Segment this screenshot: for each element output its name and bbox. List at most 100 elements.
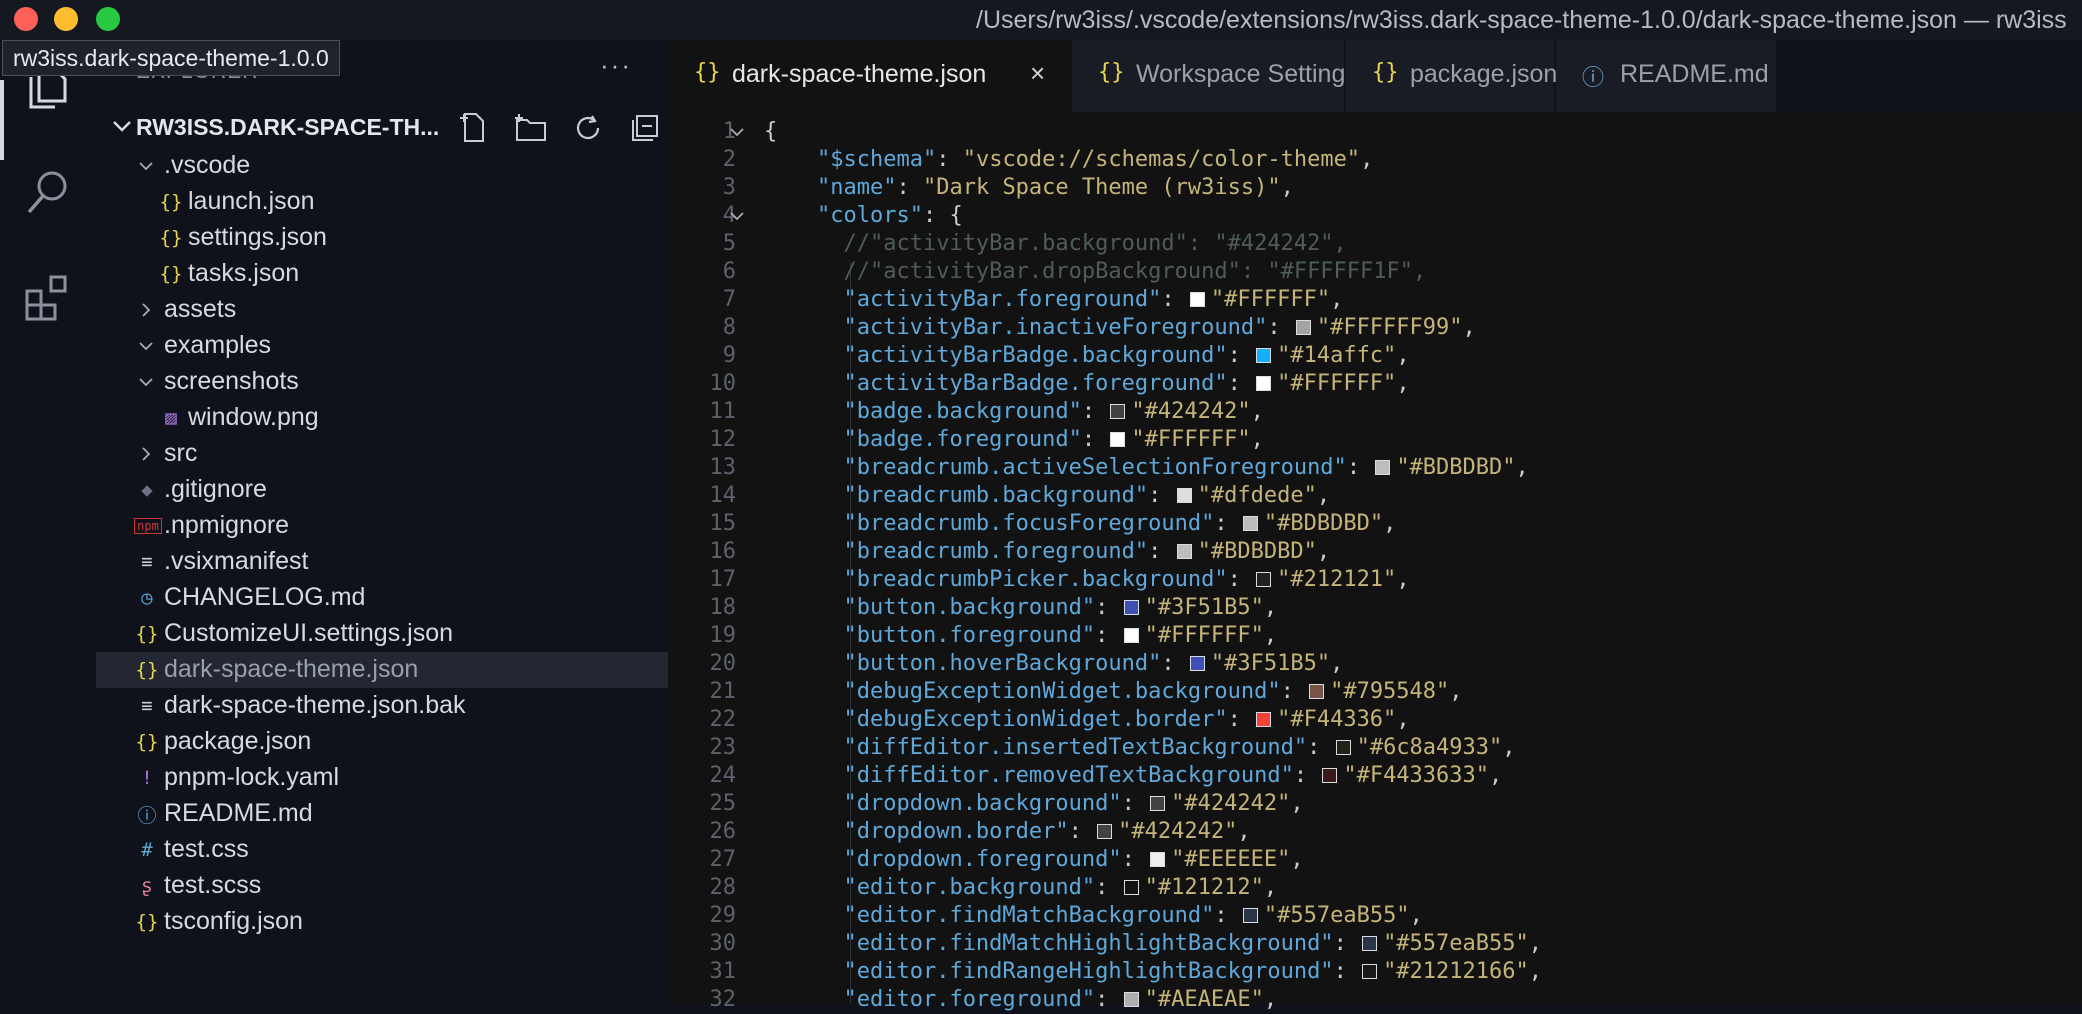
tree-file[interactable]: ≡ dark-space-theme.json.bak [96, 688, 668, 724]
color-swatch[interactable] [1123, 880, 1139, 895]
tree-file[interactable]: ◆ .gitignore [96, 472, 668, 508]
new-folder-icon[interactable] [513, 110, 549, 146]
color-swatch[interactable] [1242, 516, 1258, 531]
code-line: 20 "button.hoverBackground": "#3F51B5", [668, 650, 2082, 678]
tree-folder[interactable]: screenshots [96, 364, 668, 400]
color-swatch[interactable] [1362, 936, 1378, 951]
minimize-window-button[interactable] [54, 7, 78, 31]
refresh-icon[interactable] [570, 110, 606, 146]
line-number: 16 [709, 539, 737, 564]
close-tab-button[interactable]: × [1030, 58, 1045, 89]
code-line: 29 "editor.findMatchBackground": "#557ea… [668, 902, 2082, 930]
line-text: "debugExceptionWidget.background": "#795… [843, 679, 1463, 704]
tab-package-json[interactable]: {} package.json [1346, 40, 1557, 112]
tree-file[interactable]: ʂ test.scss [96, 868, 668, 904]
line-text: "colors": { [816, 203, 963, 228]
color-swatch[interactable] [1322, 768, 1338, 783]
line-number: 31 [709, 959, 737, 984]
chevron-down-icon[interactable] [726, 206, 748, 226]
tree-folder[interactable]: assets [96, 292, 668, 328]
tree-file[interactable]: ⓘ README.md [96, 796, 668, 832]
line-number: 28 [709, 875, 737, 900]
tree-file[interactable]: {} package.json [96, 724, 668, 760]
collapse-all-icon[interactable] [627, 110, 663, 146]
json-icon: {} [1372, 60, 1399, 85]
color-swatch[interactable] [1295, 320, 1311, 335]
color-swatch[interactable] [1242, 908, 1258, 923]
color-swatch[interactable] [1335, 740, 1351, 755]
workspace-root[interactable]: RW3ISS.DARK-SPACE-TH... [96, 108, 668, 148]
chevron-down-icon [139, 342, 153, 351]
line-text: "badge.foreground": "#FFFFFF", [843, 427, 1264, 452]
tree-file[interactable]: npm .npmignore [96, 508, 668, 544]
chevron-right-icon [142, 447, 151, 461]
tree-file[interactable]: ! pnpm-lock.yaml [96, 760, 668, 796]
color-swatch[interactable] [1123, 600, 1139, 615]
tree-file[interactable]: # test.css [96, 832, 668, 868]
tree-item-label: assets [164, 295, 237, 323]
tree-item-label: .npmignore [164, 511, 290, 539]
tab-workspace-settings[interactable]: {} Workspace Settings [1072, 40, 1358, 112]
code-line: 14 "breadcrumb.background": "#dfdede", [668, 482, 2082, 510]
json-icon: {} [135, 659, 159, 681]
tree-item-label: README.md [164, 799, 313, 827]
line-text: "debugExceptionWidget.border": "#F44336"… [843, 707, 1410, 732]
color-swatch[interactable] [1123, 992, 1139, 1007]
window-title: /Users/rw3iss/.vscode/extensions/rw3iss.… [976, 6, 2067, 34]
tree-file[interactable]: {} dark-space-theme.json [96, 652, 668, 688]
color-swatch[interactable] [1110, 432, 1126, 447]
color-swatch[interactable] [1150, 796, 1166, 811]
more-actions-button[interactable]: ··· [600, 50, 632, 81]
tree-file[interactable]: {} tsconfig.json [96, 904, 668, 940]
tree-folder[interactable]: .vscode [96, 148, 668, 184]
tree-folder[interactable]: examples [96, 328, 668, 364]
code-line: 26 "dropdown.border": "#424242", [668, 818, 2082, 846]
tree-file[interactable]: {} launch.json [96, 184, 668, 220]
tree-file[interactable]: ◷ CHANGELOG.md [96, 580, 668, 616]
color-swatch[interactable] [1110, 404, 1126, 419]
search-button[interactable] [0, 152, 96, 232]
color-swatch[interactable] [1097, 824, 1113, 839]
tree-file[interactable]: ▨ window.png [96, 400, 668, 436]
editor-area: {} dark-space-theme.json × {} Workspace Sett… [668, 40, 2082, 1012]
code-line: 31 "editor.findRangeHighlightBackground"… [668, 958, 2082, 986]
color-swatch[interactable] [1189, 656, 1205, 671]
tree-file[interactable]: ≡ .vsixmanifest [96, 544, 668, 580]
extensions-button[interactable] [0, 258, 96, 338]
color-swatch[interactable] [1123, 628, 1139, 643]
json-icon: {} [159, 191, 183, 213]
new-file-icon[interactable] [456, 110, 492, 146]
code-line: 15 "breadcrumb.focusForeground": "#BDBDB… [668, 510, 2082, 538]
maximize-window-button[interactable] [96, 7, 120, 31]
tree-file[interactable]: {} settings.json [96, 220, 668, 256]
color-swatch[interactable] [1150, 852, 1166, 867]
line-number: 29 [709, 903, 737, 928]
line-number: 11 [709, 399, 737, 424]
color-swatch[interactable] [1375, 460, 1391, 475]
chevron-down-icon[interactable] [726, 122, 748, 142]
color-swatch[interactable] [1256, 376, 1272, 391]
git-icon: ◆ [141, 479, 153, 501]
color-swatch[interactable] [1176, 544, 1192, 559]
line-number: 5 [722, 231, 736, 256]
line-text: "badge.background": "#424242", [843, 399, 1264, 424]
tree-item-label: screenshots [164, 367, 299, 395]
color-swatch[interactable] [1256, 572, 1272, 587]
code-line: 32 "editor.foreground": "#AEAEAE", [668, 986, 2082, 1014]
line-text: "dropdown.background": "#424242", [843, 791, 1304, 816]
tab-dark-space-theme-json[interactable]: {} dark-space-theme.json × [668, 40, 1070, 112]
line-text: //"activityBar.dropBackground": "#FFFFFF… [843, 259, 1427, 284]
color-swatch[interactable] [1309, 684, 1325, 699]
color-swatch[interactable] [1176, 488, 1192, 503]
code-editor[interactable]: 1{2 "$schema": "vscode://schemas/color-t… [668, 112, 2082, 1012]
color-swatch[interactable] [1256, 348, 1272, 363]
tree-file[interactable]: {} tasks.json [96, 256, 668, 292]
line-text: "activityBar.foreground": "#FFFFFF", [843, 287, 1344, 312]
close-window-button[interactable] [14, 7, 38, 31]
tree-file[interactable]: {} CustomizeUI.settings.json [96, 616, 668, 652]
tab-readme-md[interactable]: ⓘ README.md [1556, 40, 1776, 112]
tree-folder[interactable]: src [96, 436, 668, 472]
color-swatch[interactable] [1256, 712, 1272, 727]
color-swatch[interactable] [1362, 964, 1378, 979]
color-swatch[interactable] [1189, 292, 1205, 307]
